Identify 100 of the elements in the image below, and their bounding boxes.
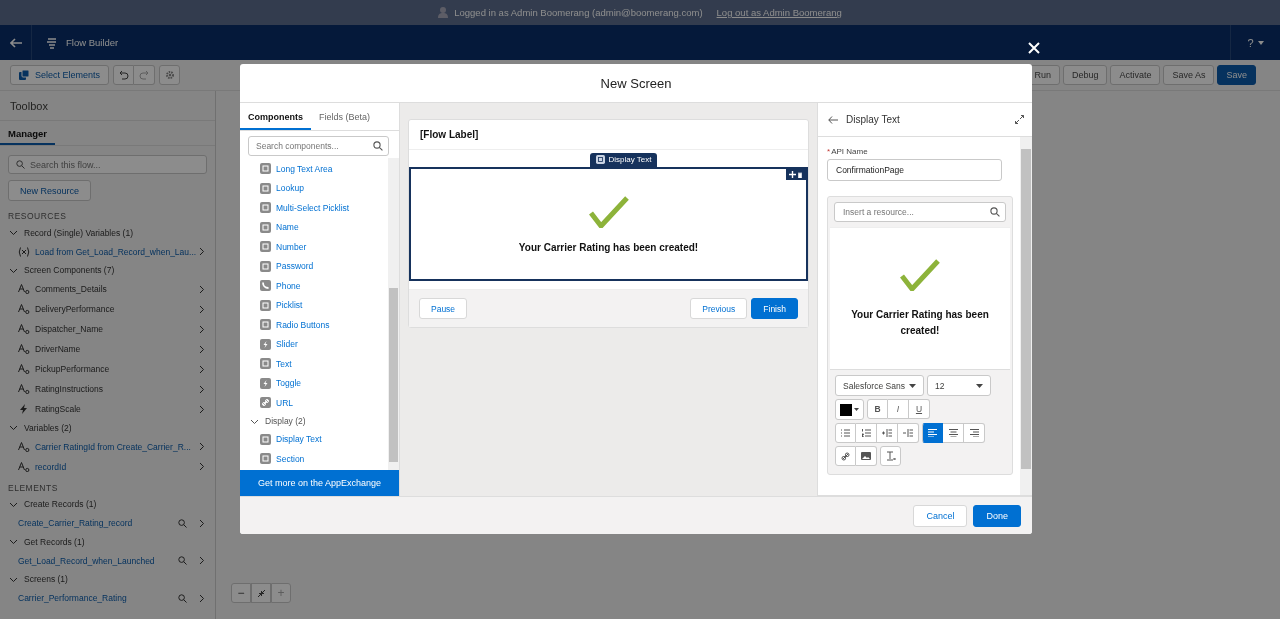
resource-item[interactable]: Get_Load_Record_when_Launched xyxy=(18,555,178,566)
chevron-right-icon[interactable] xyxy=(199,442,205,451)
toolbar-button[interactable]: Save As xyxy=(1163,65,1215,85)
resource-item[interactable]: Comments_Details xyxy=(35,284,199,294)
appexchange-button[interactable]: Get more on the AppExchange xyxy=(240,470,399,496)
chevron-right-icon[interactable] xyxy=(199,556,205,565)
format-button[interactable]: U xyxy=(909,399,930,419)
color-picker[interactable] xyxy=(835,399,864,420)
resource-item[interactable]: Dispatcher_Name xyxy=(35,324,199,334)
component-item[interactable]: Multi-Select Picklist xyxy=(276,202,350,213)
scrollbar[interactable] xyxy=(1020,137,1032,495)
component-item[interactable]: Number xyxy=(276,241,307,252)
font-select[interactable]: Salesforce Sans xyxy=(835,375,924,396)
search-icon[interactable] xyxy=(178,518,187,528)
component-item[interactable]: Password xyxy=(276,261,314,272)
back-button[interactable] xyxy=(828,115,838,124)
caret-icon xyxy=(976,383,983,388)
resource-item[interactable]: Carrier_Performance_Rating xyxy=(18,593,178,603)
select-elements-button[interactable]: Select Elements xyxy=(10,65,110,85)
display-text-component[interactable]: Your Carrier Rating has been created! xyxy=(409,167,808,281)
screen-button[interactable]: Finish xyxy=(751,298,798,319)
footer-button[interactable]: Done xyxy=(973,504,1021,527)
chevron-right-icon[interactable] xyxy=(199,462,205,471)
component-item[interactable]: URL xyxy=(276,397,293,408)
resource-field[interactable]: Insert a resource... xyxy=(834,202,1006,222)
search-field[interactable]: Search components... xyxy=(248,136,389,156)
chevron-right-icon[interactable] xyxy=(199,247,205,256)
scrollbar[interactable] xyxy=(388,158,399,470)
expand-button[interactable] xyxy=(1015,115,1024,124)
select-icon xyxy=(19,70,29,80)
toolbar-button[interactable]: Activate xyxy=(1110,65,1161,85)
component-item[interactable]: Text xyxy=(276,358,292,369)
group-header[interactable]: Screen Components (7) xyxy=(0,261,215,279)
align-icon xyxy=(948,429,958,437)
screen-button[interactable]: Previous xyxy=(690,298,748,319)
new-resource-button[interactable]: New Resource xyxy=(8,180,92,201)
bolt-icon xyxy=(18,404,30,414)
chevron-right-icon[interactable] xyxy=(199,593,205,603)
image-button[interactable] xyxy=(856,446,877,466)
align-button[interactable] xyxy=(922,423,943,443)
move-delete-icon[interactable] xyxy=(786,169,806,180)
flow-label: [Flow Label] xyxy=(409,120,808,150)
toolbar-button[interactable]: Debug xyxy=(1062,65,1108,85)
resource-item[interactable]: RatingInstructions xyxy=(35,384,199,394)
chevron-right-icon[interactable] xyxy=(199,518,205,528)
group-header[interactable]: Get Records (1) xyxy=(0,533,215,551)
format-button[interactable]: B xyxy=(867,399,888,419)
outdent-icon xyxy=(903,429,913,437)
screen-button[interactable]: Pause xyxy=(419,298,468,319)
component-item[interactable]: Phone xyxy=(276,280,301,291)
settings-button[interactable] xyxy=(159,65,181,85)
api-name-field[interactable]: ConfirmationPage xyxy=(827,159,1002,181)
resource-item[interactable]: Create_Carrier_Rating_record xyxy=(18,518,178,528)
resource-item[interactable]: Load from Get_Load_Record_when_Lau... xyxy=(35,246,199,257)
group-header[interactable]: Display (2) xyxy=(240,412,388,430)
search-icon[interactable] xyxy=(178,593,187,603)
search-icon[interactable] xyxy=(178,556,187,565)
panel-tab[interactable]: Manager xyxy=(0,121,56,145)
resource-item[interactable]: Carrier RatingId from Create_Carrier_R... xyxy=(35,441,199,452)
fit-button[interactable] xyxy=(251,583,271,603)
group-header[interactable]: Screens (1) xyxy=(0,570,215,588)
group-header[interactable]: Variables (2) xyxy=(0,419,215,437)
format-button[interactable]: I xyxy=(888,399,909,419)
palette-tab[interactable]: Components xyxy=(240,103,311,130)
component-item[interactable]: Radio Buttons xyxy=(276,319,330,330)
zoom-out-button[interactable]: − xyxy=(231,583,251,603)
help-menu[interactable]: ? xyxy=(1230,25,1280,60)
search-field[interactable]: Search this flow... xyxy=(8,155,207,174)
text-icon xyxy=(18,284,30,294)
bolt-icon xyxy=(260,338,271,350)
component-item[interactable]: Section xyxy=(276,453,305,464)
component-item[interactable]: Lookup xyxy=(276,183,304,194)
field-icon xyxy=(260,202,271,214)
component-item[interactable]: Slider xyxy=(276,339,298,350)
close-button[interactable] xyxy=(1027,41,1041,55)
align-button[interactable] xyxy=(964,423,985,443)
group-header[interactable]: Create Records (1) xyxy=(0,495,215,513)
size-select[interactable]: 12 xyxy=(927,375,991,396)
modal-title: New Screen xyxy=(600,75,672,91)
resource-item[interactable]: DeliveryPerformance xyxy=(35,304,199,314)
resource-item[interactable]: RatingScale xyxy=(35,404,199,414)
component-item[interactable]: Picklist xyxy=(276,300,303,311)
resource-item[interactable]: recordId xyxy=(35,461,199,472)
field-icon xyxy=(260,299,271,311)
logout-link[interactable]: Log out as Admin Boomerang xyxy=(716,7,842,18)
toolbar-button[interactable]: Save xyxy=(1217,65,1256,85)
footer-button[interactable]: Cancel xyxy=(913,504,968,527)
confirmation-message: Your Carrier Rating has been created! xyxy=(518,241,699,253)
component-item[interactable]: Display Text xyxy=(276,434,322,445)
component-item[interactable]: Toggle xyxy=(276,378,302,389)
align-button[interactable] xyxy=(943,423,964,443)
link-icon xyxy=(841,451,850,461)
undo-button[interactable] xyxy=(113,65,135,85)
component-item[interactable]: Name xyxy=(276,222,299,233)
link-button[interactable] xyxy=(835,446,856,466)
group-header[interactable]: Record (Single) Variables (1) xyxy=(0,224,215,242)
resource-item[interactable]: DriverName xyxy=(35,344,199,354)
component-item[interactable]: Long Text Area xyxy=(276,163,333,174)
resource-item[interactable]: PickupPerformance xyxy=(35,364,199,374)
palette-tab[interactable]: Fields (Beta) xyxy=(311,103,379,130)
